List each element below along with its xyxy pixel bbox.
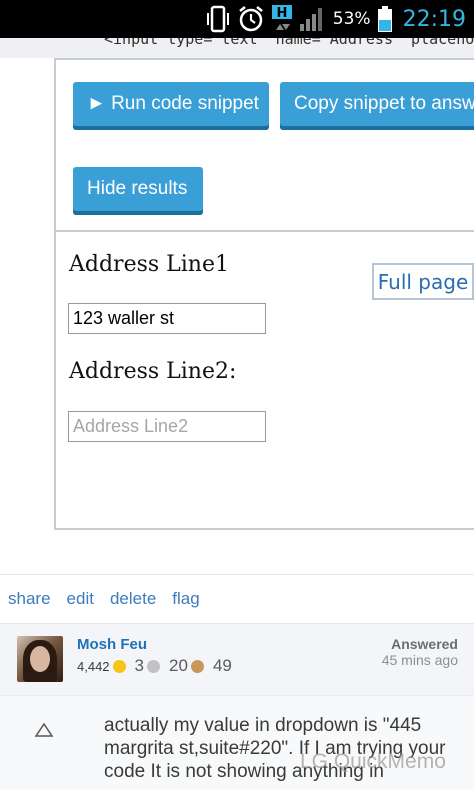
user-name-link[interactable]: Mosh Feu bbox=[77, 636, 147, 653]
answered-label: Answered bbox=[391, 636, 458, 652]
comment: actually my value in dropdown is "445 ma… bbox=[0, 695, 474, 790]
flag-link[interactable]: flag bbox=[172, 589, 199, 609]
gold-badge-count: 3 bbox=[134, 656, 145, 675]
hide-results-button[interactable]: Hide results bbox=[73, 167, 203, 215]
code-snippet-frame: ► Run code snippet Copy snippet to answe… bbox=[54, 58, 474, 530]
vibrate-icon bbox=[205, 5, 231, 33]
bronze-badge-icon bbox=[190, 659, 204, 673]
post-menu: share edit delete flag bbox=[0, 574, 474, 622]
battery-icon bbox=[377, 5, 393, 33]
page-gutter bbox=[0, 58, 54, 570]
avatar[interactable] bbox=[17, 636, 63, 682]
code-line: <input type="text" name="Address" placeh… bbox=[0, 38, 474, 58]
results-divider bbox=[56, 230, 474, 232]
full-page-button[interactable]: Full page bbox=[372, 263, 474, 300]
silver-badge-count: 20 bbox=[169, 656, 188, 675]
user-card: Mosh Feu 4,442 3 20 49 Answered 45 mins … bbox=[0, 623, 474, 695]
copy-snippet-button[interactable]: Copy snippet to answer bbox=[280, 82, 474, 130]
address-line2-label: Address Line2: bbox=[69, 359, 237, 384]
delete-link[interactable]: delete bbox=[110, 589, 156, 609]
signal-bars-icon bbox=[299, 6, 327, 32]
alarm-clock-icon bbox=[237, 5, 265, 33]
screen: H 53% 22:19 <input type="text" name="Add… bbox=[0, 0, 474, 790]
network-type-label: H bbox=[276, 6, 287, 21]
reputation-score: 4,442 bbox=[77, 658, 110, 674]
code-line-text: <input type="text" name="Address" placeh… bbox=[104, 38, 474, 48]
answered-info: Answered 45 mins ago bbox=[382, 636, 458, 668]
silver-badge-icon bbox=[147, 659, 161, 673]
reputation-row: 4,442 3 20 49 bbox=[77, 656, 232, 676]
address-line1-input[interactable] bbox=[68, 303, 266, 334]
address-line2-input[interactable] bbox=[68, 411, 266, 442]
run-code-snippet-button[interactable]: ► Run code snippet bbox=[73, 82, 269, 130]
quickmemo-watermark: LG QuickMemo bbox=[300, 750, 446, 773]
share-link[interactable]: share bbox=[8, 589, 51, 609]
answered-time: 45 mins ago bbox=[381, 652, 458, 668]
edit-link[interactable]: edit bbox=[67, 589, 94, 609]
address-line1-label: Address Line1 bbox=[69, 252, 229, 277]
upvote-triangle-icon[interactable] bbox=[34, 722, 54, 743]
status-bar: H 53% 22:19 bbox=[0, 0, 474, 38]
battery-percent: 53% bbox=[332, 9, 371, 29]
data-arrows-icon: H bbox=[271, 4, 293, 34]
clock: 22:19 bbox=[402, 6, 466, 32]
gold-badge-icon bbox=[112, 659, 126, 673]
bronze-badge-count: 49 bbox=[212, 656, 232, 675]
